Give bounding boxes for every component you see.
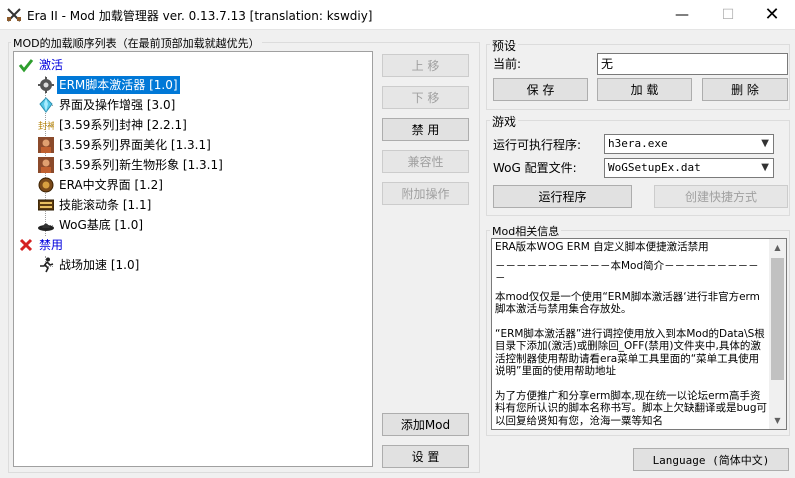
compatibility-button[interactable]: 兼容性 — [382, 150, 469, 173]
scroll-bar-icon — [38, 199, 54, 211]
chevron-down-icon: ▼ — [761, 162, 769, 173]
wog-config-select[interactable]: WoGSetupEx.dat ▼ — [604, 158, 774, 178]
category-label: 禁用 — [39, 238, 64, 252]
load-preset-button[interactable]: 加 载 — [597, 78, 692, 101]
wog-config-label: WoG 配置文件: — [493, 161, 577, 175]
preset-group-title: 预设 — [490, 37, 519, 54]
settings-button[interactable]: 设 置 — [382, 445, 469, 468]
mod-info-group-title: Mod相关信息 — [490, 223, 562, 239]
title-bar: Era II - Mod 加载管理器 ver. 0.13.7.13 [trans… — [0, 0, 795, 30]
svg-text:封神: 封神 — [38, 120, 54, 132]
info-paragraph: “ERM脚本激活器”进行调控使用放入到本Mod的Data\S根目录下添加(激活)… — [495, 327, 765, 378]
move-up-button[interactable]: 上 移 — [382, 54, 469, 77]
create-shortcut-button[interactable]: 创建快捷方式 — [654, 185, 788, 208]
disable-button[interactable]: 禁 用 — [382, 118, 469, 141]
mod-item-label: 界面及操作增强 [3.0] — [59, 98, 176, 112]
portrait-icon — [38, 137, 54, 153]
minimize-button[interactable]: — — [659, 0, 705, 30]
chevron-down-icon: ▼ — [761, 138, 769, 149]
info-paragraph: －－－－－－－－－－－本Mod简介－－－－－－－－－－ — [495, 259, 759, 285]
gear-script-icon — [38, 77, 54, 93]
running-man-icon — [40, 257, 54, 273]
mod-item-label: 技能滚动条 [1.1] — [59, 198, 152, 212]
run-game-button[interactable]: 运行程序 — [493, 185, 632, 208]
crossed-swords-icon — [7, 8, 21, 22]
category-label: 激活 — [39, 58, 64, 72]
fengshen-logo-icon: 封神 — [38, 120, 54, 132]
mod-item-label: [3.59系列]界面美化 [1.3.1] — [59, 138, 211, 152]
mod-tree[interactable]: 激活 ERM脚本激活器 [1.0] 界面及操作增强 [3.0] 封神 [3.59… — [13, 51, 373, 467]
mod-info-text: ERA版本WOG ERM 自定义脚本便捷激活禁用 －－－－－－－－－－－本Mod… — [495, 241, 768, 429]
save-preset-button[interactable]: 保 存 — [493, 78, 588, 101]
wog-config-select-value: WoGSetupEx.dat — [608, 161, 701, 174]
mod-item-label: 战场加速 [1.0] — [59, 258, 140, 272]
hat-icon — [38, 223, 54, 231]
window-title: Era II - Mod 加载管理器 ver. 0.13.7.13 [trans… — [27, 9, 373, 23]
green-check-icon — [18, 59, 34, 73]
crystal-icon — [39, 97, 53, 113]
extra-operations-button[interactable]: 附加操作 — [382, 182, 469, 205]
mod-item-label: [3.59系列]封神 [2.2.1] — [59, 118, 187, 132]
info-paragraph: 为了方便推广和分享erm脚本,现在统一以论坛erm高手资料有您所认识的脚本名称书… — [495, 389, 767, 427]
game-group-title: 游戏 — [490, 113, 519, 130]
shield-emblem-icon — [38, 177, 54, 193]
mod-item-label: WoG基底 [1.0] — [59, 218, 144, 232]
language-button[interactable]: Language (简体中文) — [633, 448, 789, 471]
close-button[interactable]: ✕ — [749, 0, 795, 30]
scroll-down-icon[interactable]: ▼ — [769, 412, 786, 429]
vertical-scrollbar[interactable]: ▲ ▼ — [769, 239, 786, 429]
mod-info-textarea[interactable]: ERA版本WOG ERM 自定义脚本便捷激活禁用 －－－－－－－－－－－本Mod… — [491, 238, 787, 430]
exe-select[interactable]: h3era.exe ▼ — [604, 134, 774, 154]
scroll-up-icon[interactable]: ▲ — [769, 239, 786, 256]
mod-list-group-title: MOD的加载顺序列表（在最前顶部加载就越优先） — [11, 35, 262, 51]
mod-item-label: ERM脚本激活器 [1.0] — [56, 75, 181, 95]
delete-preset-button[interactable]: 删 除 — [702, 78, 788, 101]
red-x-icon — [19, 238, 33, 252]
portrait-icon — [38, 157, 54, 173]
exe-select-value: h3era.exe — [608, 137, 668, 150]
preset-current-label: 当前: — [493, 57, 522, 71]
preset-current-field[interactable]: 无 — [597, 53, 788, 75]
info-paragraph: ERA版本WOG ERM 自定义脚本便捷激活禁用 — [495, 241, 709, 253]
move-down-button[interactable]: 下 移 — [382, 86, 469, 109]
add-mod-button[interactable]: 添加Mod — [382, 413, 469, 436]
info-paragraph: 本mod仅仅是一个使用“ERM脚本激活器‘进行非官方erm脚本激活与禁用集合存放… — [495, 290, 760, 316]
mod-item-label: [3.59系列]新生物形象 [1.3.1] — [59, 158, 223, 172]
scroll-thumb[interactable] — [771, 258, 784, 380]
mod-item-label: ERA中文界面 [1.2] — [59, 178, 163, 192]
maximize-button[interactable]: ☐ — [705, 0, 751, 30]
exe-label: 运行可执行程序: — [493, 138, 582, 152]
